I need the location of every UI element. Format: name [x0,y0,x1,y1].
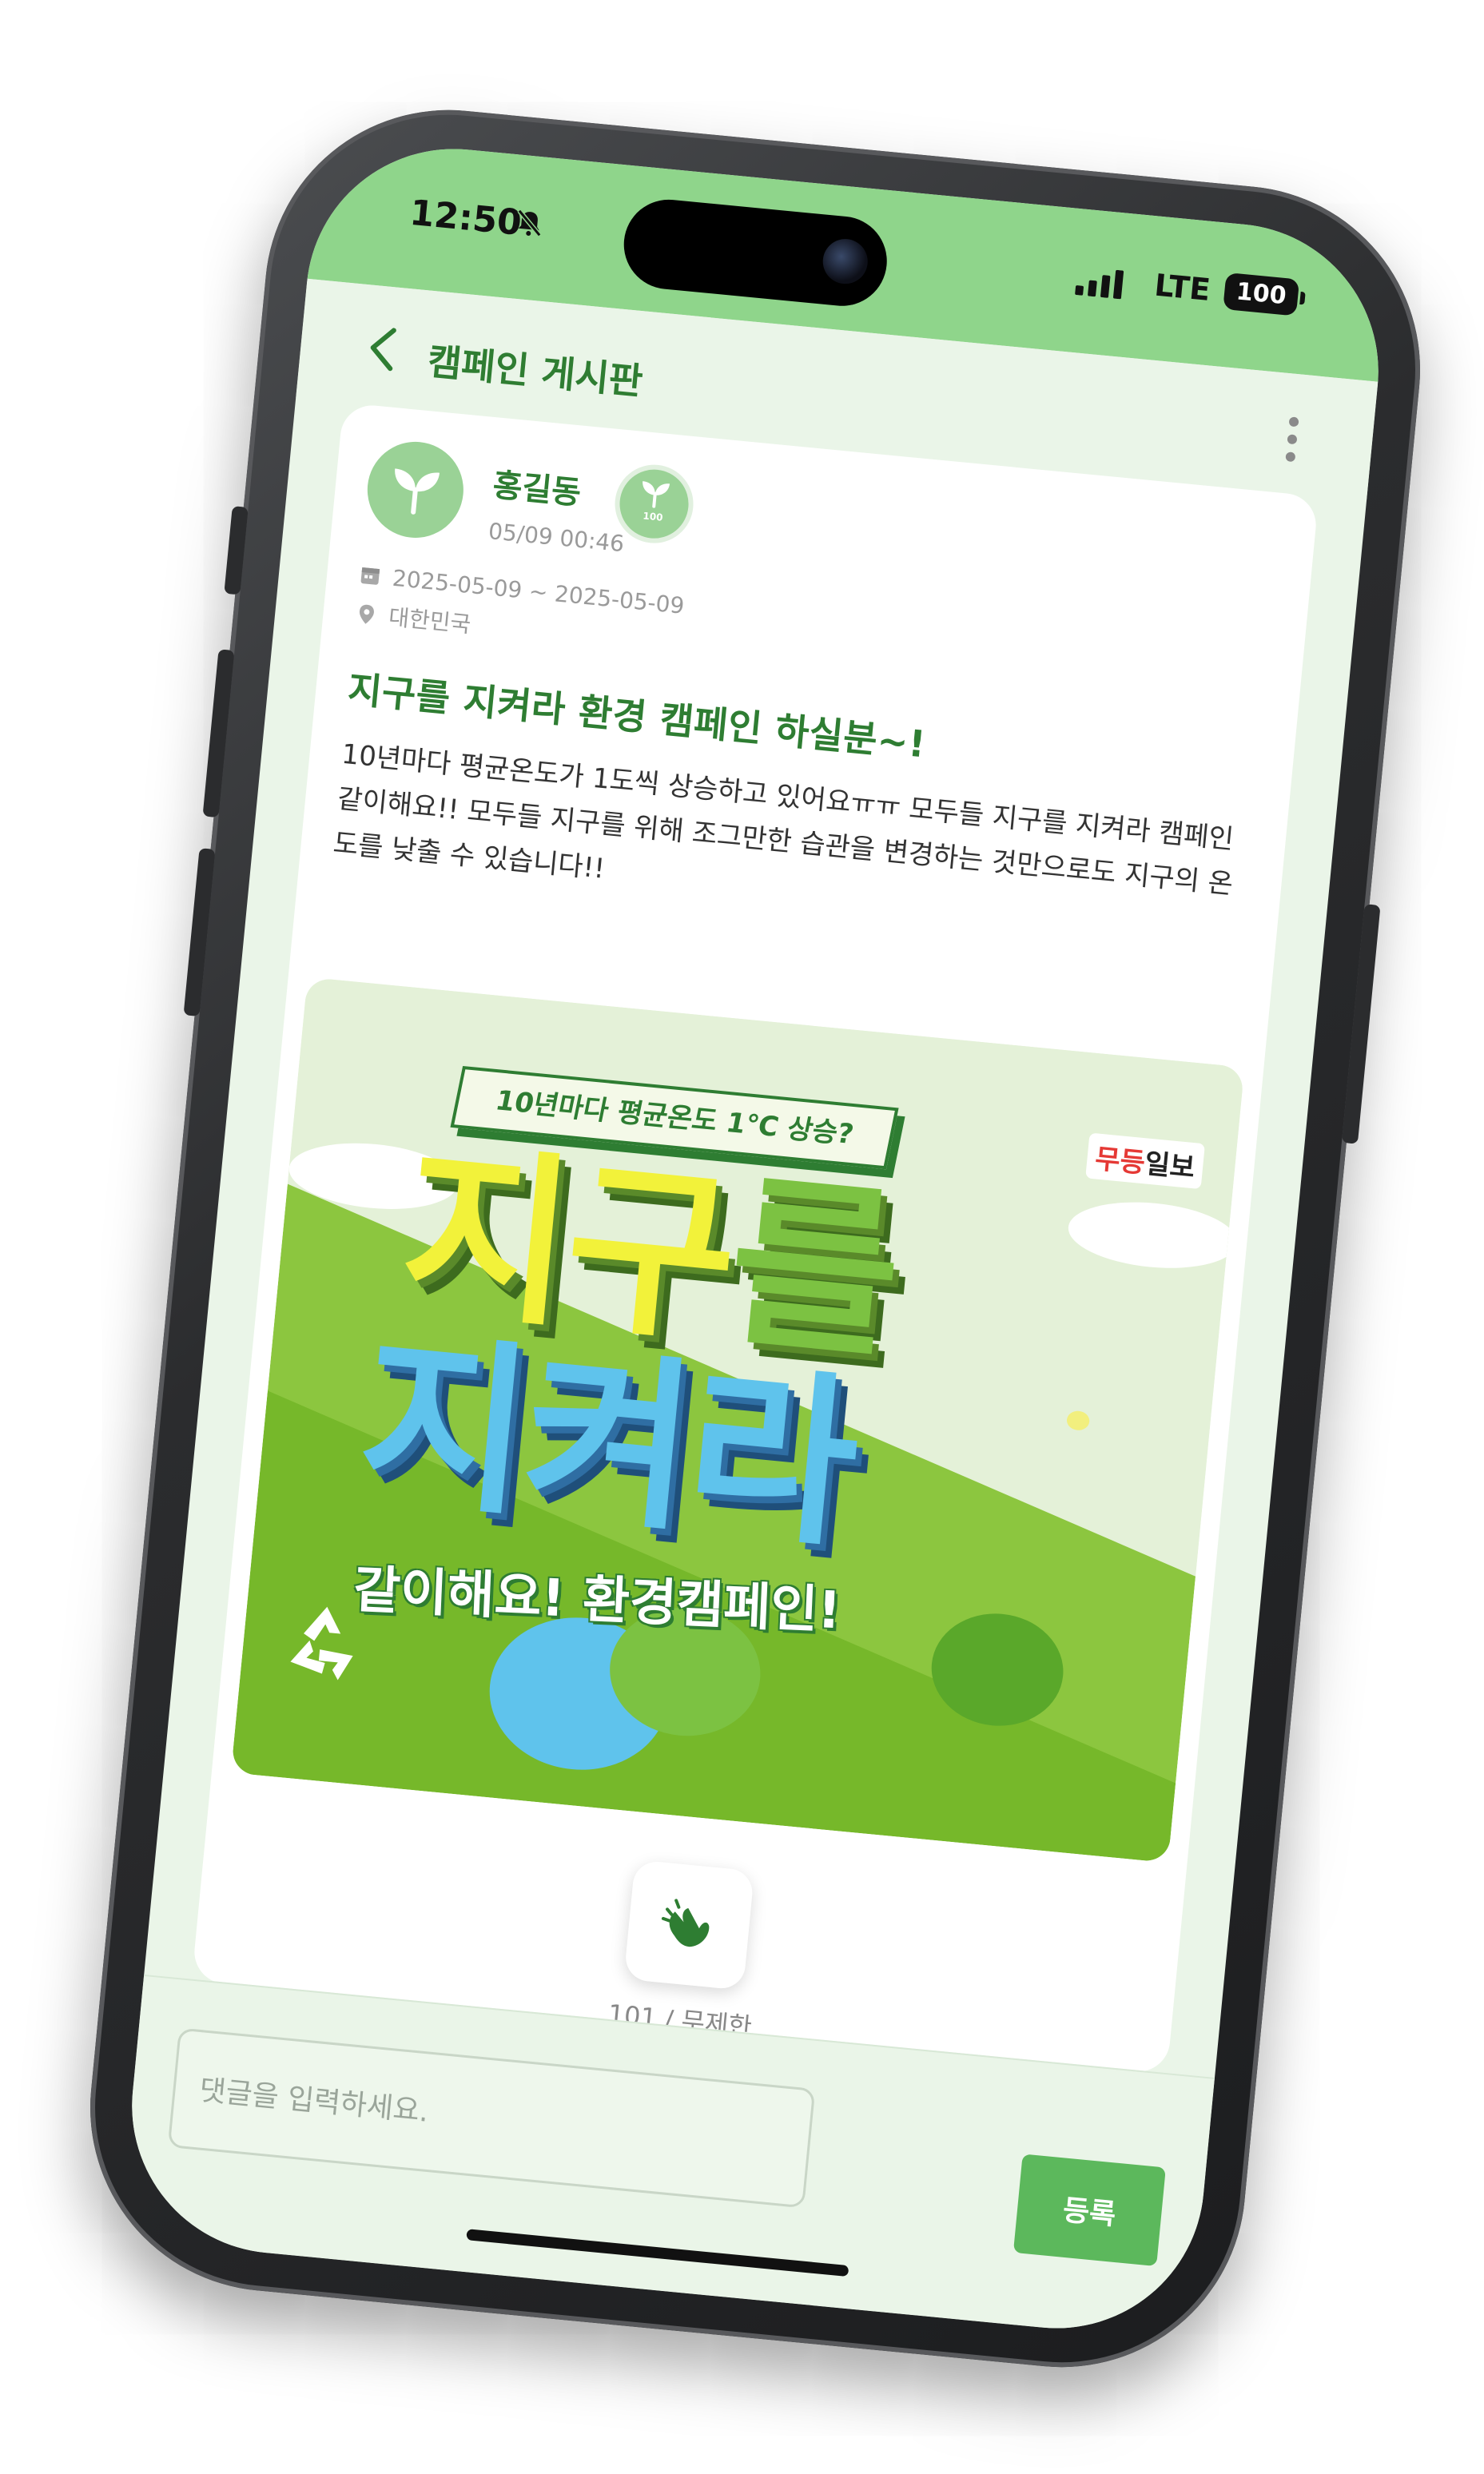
submit-comment-button[interactable]: 등록 [1013,2154,1166,2267]
author-name[interactable]: 홍길동 [491,459,583,513]
front-camera [821,237,870,286]
campaign-poster-image[interactable]: 10년마다 평균온도 1℃ 상승? 무등일보 지구를 지켜라 같이해요! 환경캠… [230,976,1245,1863]
calendar-icon [360,567,380,585]
logo-mark: 무등 [1093,1143,1147,1180]
network-type: LTE [1152,267,1212,308]
back-arrow-icon[interactable] [363,323,403,374]
bell-slash-icon [517,209,542,237]
post-body: 10년마다 평균온도가 1도씩 상승하고 있어요ㅠㅠ 모두들 지구를 지켜라 캠… [332,738,1235,901]
home-indicator[interactable] [466,2229,849,2277]
sprout-icon [643,481,670,508]
more-vertical-icon[interactable] [1281,416,1303,474]
dynamic-island [619,195,891,310]
campaign-location-row: 대한민국 [354,597,472,640]
post-timestamp: 05/09 00:46 [487,518,626,558]
phone-device: 12:50 LTE 100 캠페인 게시판 홍길동 100 05/09 00:4… [74,93,1437,2385]
battery-indicator: 100 [1223,272,1300,316]
status-time: 12:50 [408,192,523,244]
campaign-location: 대한민국 [387,603,472,638]
stage: 12:50 LTE 100 캠페인 게시판 홍길동 100 05/09 00:4… [0,0,1484,2474]
location-pin-icon [359,604,374,624]
logo-text: 일보 [1143,1148,1196,1185]
avatar[interactable] [363,437,468,543]
clap-button[interactable] [623,1859,755,1991]
poster-headline-2: 지켜라 [351,1313,862,1573]
signal-icon [1075,269,1124,300]
page-title: 캠페인 게시판 [425,339,645,404]
clap-hands-icon [661,1899,710,1947]
screen: 12:50 LTE 100 캠페인 게시판 홍길동 100 05/09 00:4… [118,135,1392,2342]
post-card: 홍길동 100 05/09 00:46 2025-05-09 ~ 2025-05… [191,402,1319,2075]
comment-input[interactable] [167,2027,816,2209]
sprout-icon [395,468,440,515]
